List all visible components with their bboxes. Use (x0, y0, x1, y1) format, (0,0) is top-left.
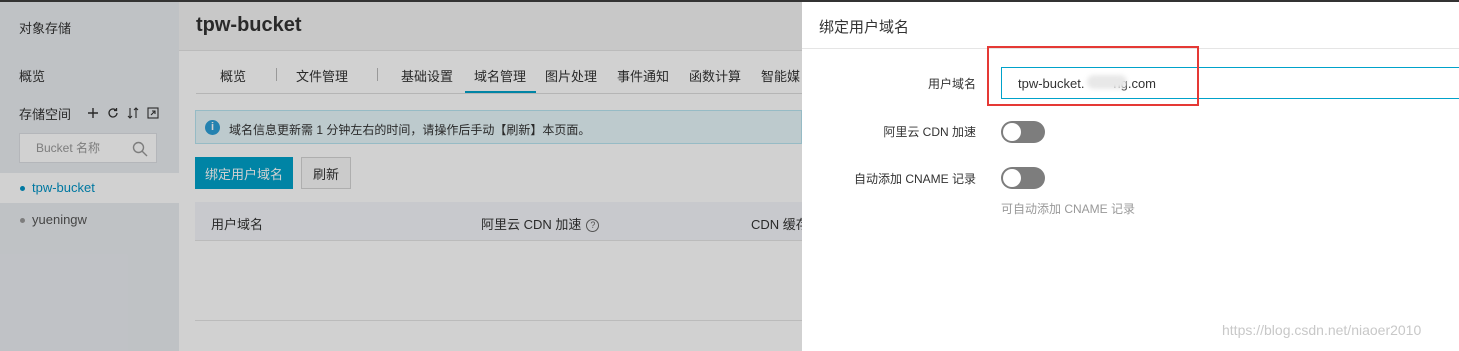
app-window: 对象存储 概览 存储空间 tpw-bucket (0, 0, 1459, 351)
domain-label: 用户域名 (927, 77, 976, 91)
toggle-knob (1003, 123, 1021, 141)
panel-title: 绑定用户域名 (819, 19, 910, 36)
modal-backdrop[interactable] (0, 2, 802, 351)
cdn-toggle[interactable] (1001, 121, 1045, 143)
bind-domain-panel: 绑定用户域名 用户域名 阿里云 CDN 加速 自动添加 CNAME 记录 可自动… (802, 2, 1459, 351)
watermark: https://blog.csdn.net/niaoer2010 (1222, 322, 1422, 338)
cdn-label: 阿里云 CDN 加速 (883, 125, 976, 139)
toggle-knob (1003, 169, 1021, 187)
cname-label: 自动添加 CNAME 记录 (853, 172, 976, 186)
top-border (0, 0, 1459, 2)
cname-help-text: 可自动添加 CNAME 记录 (1001, 202, 1136, 216)
cname-toggle[interactable] (1001, 167, 1045, 189)
annotation-highlight-box (987, 46, 1199, 106)
